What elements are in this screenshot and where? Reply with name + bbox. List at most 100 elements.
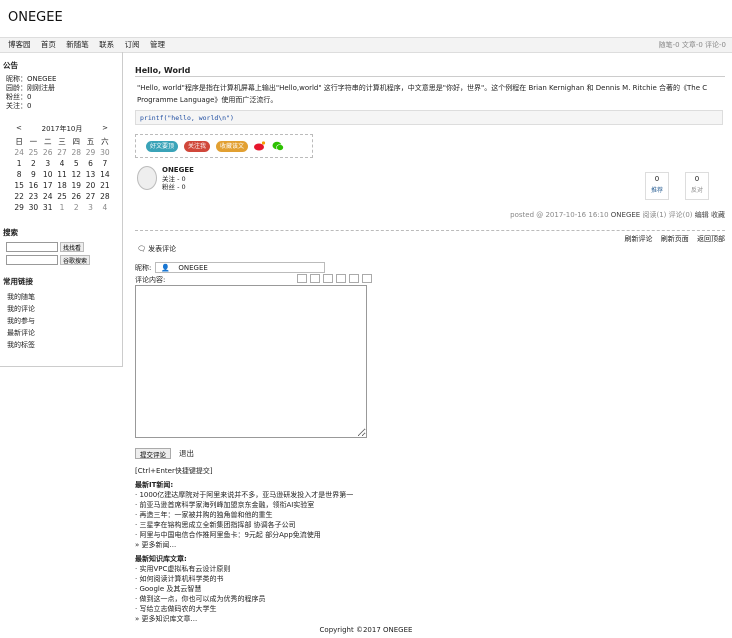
recommend-vote[interactable]: 0 推荐	[645, 172, 669, 200]
profile-age: 园龄：刚刚注册	[6, 84, 55, 92]
link-my-comments[interactable]: 我的评论	[7, 305, 35, 313]
post-author-link[interactable]: ONEGEE	[611, 211, 640, 219]
nav-home[interactable]: 首页	[41, 38, 56, 52]
notice-heading: 公告	[3, 61, 18, 70]
more-kb-link[interactable]: » 更多知识库文章...	[135, 614, 353, 624]
calendar-day: 12	[71, 170, 82, 179]
recommend-count: 0	[654, 175, 660, 183]
author-info: ONEGEE 关注 - 0 粉丝 - 0	[137, 166, 194, 191]
calendar-day: 27	[57, 148, 67, 157]
calendar-day: 16	[28, 181, 39, 190]
calendar-day: 28	[100, 192, 110, 201]
link-latest-comments[interactable]: 最新评论	[7, 329, 35, 337]
refresh-page-link[interactable]: 刷新页面	[661, 235, 689, 243]
wechat-icon[interactable]	[272, 141, 284, 151]
nickname-field[interactable]: 👤 ONEGEE	[155, 262, 326, 273]
calendar: < 2017年10月 > 日 一 二 三 四 五 六 24 25 26 27 28 29 3…	[12, 124, 112, 213]
calendar-next[interactable]: >	[102, 124, 108, 134]
link-my-posts[interactable]: 我的随笔	[7, 293, 35, 301]
nickname-label: 昵称:	[135, 263, 152, 272]
post-title[interactable]: Hello, World	[135, 66, 190, 75]
kb-item[interactable]: · 写给立志做码农的大学生	[135, 604, 353, 614]
image-icon[interactable]	[362, 274, 372, 283]
news-item[interactable]: · 前亚马逊首席科学家海列峰加盟京东金融，领衔AI实验室	[135, 500, 353, 510]
calendar-day: 29	[14, 203, 24, 212]
nav-admin[interactable]: 管理	[150, 38, 165, 52]
kb-item[interactable]: · 实用VPC虚拟私有云设计原则	[135, 564, 353, 574]
logout-link[interactable]: 退出	[179, 448, 194, 459]
link-icon[interactable]	[297, 274, 307, 283]
news-item[interactable]: · 三星李在镕构思成立全新集团指挥部 协调各子公司	[135, 520, 353, 530]
author-fans[interactable]: 粉丝 - 0	[162, 183, 194, 191]
code-icon[interactable]	[323, 274, 333, 283]
calendar-day: 4	[59, 159, 65, 168]
upload-icon[interactable]	[349, 274, 359, 283]
avatar[interactable]	[137, 166, 157, 190]
submit-comment-button[interactable]: 提交评论	[135, 448, 171, 459]
calendar-day: 9	[31, 170, 36, 179]
link-my-tags[interactable]: 我的标签	[7, 341, 35, 349]
kb-item[interactable]: · 做到这一点，你也可以成为优秀的程序员	[135, 594, 353, 604]
author-follow[interactable]: 关注 - 0	[162, 175, 194, 183]
weibo-icon[interactable]	[254, 141, 266, 151]
back-to-top-link[interactable]: 返回顶部	[697, 235, 725, 243]
recommend-post-button[interactable]: 好文要顶	[146, 140, 179, 152]
common-links: 常用链接 我的随笔 我的评论 我的参与 最新评论 我的标签	[3, 276, 35, 351]
calendar-day: 26	[42, 148, 53, 157]
weekday: 六	[101, 137, 109, 146]
nav-subscribe[interactable]: 订阅	[125, 38, 140, 52]
calendar-day: 21	[100, 181, 110, 190]
news-item[interactable]: · 1000亿建达摩院对于阿里来说并不多，亚马逊研发投入才是世界第一	[135, 490, 353, 500]
nav-new-post[interactable]: 新随笔	[66, 38, 89, 52]
comment-textarea[interactable]	[135, 285, 367, 438]
link-my-participation[interactable]: 我的参与	[7, 317, 35, 325]
comment-content-label: 评论内容:	[135, 276, 166, 284]
kb-item[interactable]: · Google 及其云智慧	[135, 584, 353, 594]
calendar-day: 5	[73, 159, 79, 168]
favorite-link[interactable]: 收藏	[711, 211, 725, 219]
oppose-label: 反对	[690, 187, 703, 194]
oppose-vote[interactable]: 0 反对	[685, 172, 709, 200]
search-input[interactable]	[6, 242, 58, 252]
code-block: printf("hello, world\n")	[135, 110, 723, 125]
edit-link[interactable]: 编辑	[695, 211, 709, 219]
calendar-day: 13	[85, 170, 96, 179]
comment-heading: 🗨 发表评论	[137, 244, 176, 254]
nav-cnblogs[interactable]: 博客园	[8, 38, 31, 52]
calendar-day: 3	[88, 203, 93, 212]
oppose-count: 0	[694, 175, 700, 183]
it-news-heading: 最新IT新闻:	[135, 481, 174, 489]
nav-contact[interactable]: 联系	[99, 38, 114, 52]
calendar-day: 23	[28, 192, 39, 201]
calendar-day: 15	[14, 181, 24, 190]
profile-fans: 粉丝：0	[6, 93, 32, 101]
post-body: "Hello, world"程序是指在计算机屏幕上输出"Hello,world"…	[137, 84, 708, 104]
news-item[interactable]: · 阿里与中国电信合作推阿里鱼卡：9元起 部分App免流使用	[135, 530, 353, 540]
quote-icon[interactable]	[336, 274, 346, 283]
calendar-day: 22	[14, 192, 24, 201]
calendar-prev[interactable]: <	[16, 124, 22, 134]
site-title[interactable]: ONEGEE	[8, 10, 63, 25]
calendar-day: 28	[71, 148, 82, 157]
bold-icon[interactable]	[310, 274, 320, 283]
news-item[interactable]: · 再造三年：一家被并购的独角兽和他的重生	[135, 510, 353, 520]
calendar-day: 6	[88, 159, 93, 168]
favorite-post-button[interactable]: 收藏该文	[216, 140, 249, 152]
google-search-input[interactable]	[6, 255, 58, 265]
follow-me-button[interactable]: 关注我	[184, 140, 211, 152]
refresh-comments-link[interactable]: 刷新评论	[625, 235, 653, 243]
search-button[interactable]: 找找看	[60, 242, 85, 252]
kb-item[interactable]: · 如何阅读计算机科学类的书	[135, 574, 353, 584]
calendar-day: 4	[102, 203, 108, 212]
calendar-day: 24	[14, 148, 24, 157]
calendar-day: 11	[57, 170, 67, 179]
more-news-link[interactable]: » 更多新闻...	[135, 540, 353, 550]
recommend-label: 推荐	[650, 187, 663, 194]
weekday: 一	[29, 137, 38, 146]
comment-heading-label: 发表评论	[148, 245, 177, 253]
user-icon: 👤	[161, 264, 171, 272]
calendar-day: 24	[42, 192, 53, 201]
calendar-day: 1	[16, 159, 22, 168]
google-search-button[interactable]: 谷歌搜索	[60, 255, 91, 265]
author-name[interactable]: ONEGEE	[162, 166, 194, 175]
